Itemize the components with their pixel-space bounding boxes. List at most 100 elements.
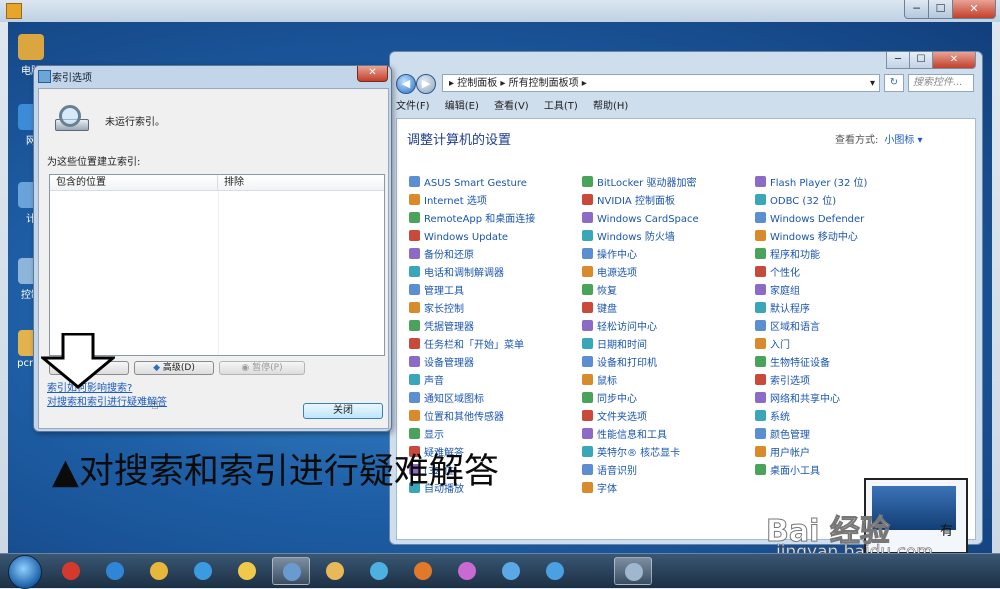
forward-icon[interactable]: ▶	[416, 74, 436, 94]
menu-edit[interactable]: 编辑(E)	[445, 99, 479, 115]
cp-item[interactable]: Windows 防火墙	[582, 229, 699, 247]
column-excluded[interactable]: 排除	[218, 175, 384, 191]
address-row: ◀ ▶ ▸ 控制面板 ▸ 所有控制面板项 ▸ ▾ ↻ 搜索控件...	[396, 74, 974, 94]
cp-item[interactable]: 网络和共享中心	[755, 391, 867, 409]
address-bar[interactable]: ▸ 控制面板 ▸ 所有控制面板项 ▸ ▾	[442, 74, 880, 92]
taskbar-pinwheel-icon[interactable]	[360, 557, 398, 585]
cp-item[interactable]: 默认程序	[755, 301, 867, 319]
cp-item[interactable]: Internet 选项	[409, 193, 535, 211]
minimize-button[interactable]: ─	[904, 0, 929, 19]
cp-item[interactable]: 入门	[755, 337, 867, 355]
cp-item[interactable]: 通知区域图标	[409, 391, 535, 409]
cp-item[interactable]: Windows Update	[409, 229, 535, 247]
pause-button[interactable]: ◉ 暂停(P)	[219, 361, 305, 375]
dialog-close-button[interactable]: ✕	[357, 66, 388, 82]
cp-item[interactable]: Flash Player (32 位)	[755, 175, 867, 193]
cp-item[interactable]: 凭据管理器	[409, 319, 535, 337]
cp-item[interactable]: 语音识别	[582, 463, 699, 481]
cp-item[interactable]: 性能信息和工具	[582, 427, 699, 445]
link-troubleshoot[interactable]: 对搜索和索引进行疑难解答	[47, 393, 167, 408]
taskbar-windows-icon[interactable]	[536, 557, 574, 585]
advanced-button[interactable]: ◆ 高级(D)	[134, 361, 214, 375]
cp-minimize-button[interactable]: ─	[886, 52, 910, 69]
breadcrumb: ▸ 控制面板 ▸ 所有控制面板项 ▸	[449, 78, 587, 89]
cp-close-button[interactable]: ✕	[932, 52, 976, 69]
taskbar-paint-icon[interactable]	[448, 557, 486, 585]
cp-item[interactable]: 个性化	[755, 265, 867, 283]
cp-item[interactable]: 家庭组	[755, 283, 867, 301]
locations-list[interactable]: 包含的位置 排除	[49, 174, 385, 356]
cp-item[interactable]: RemoteApp 和桌面连接	[409, 211, 535, 229]
cp-item[interactable]: 位置和其他传感器	[409, 409, 535, 427]
cp-item[interactable]: 程序和功能	[755, 247, 867, 265]
cp-item[interactable]: 区域和语言	[755, 319, 867, 337]
taskbar-explorer-icon[interactable]	[316, 557, 354, 585]
cp-item[interactable]: 任务栏和「开始」菜单	[409, 337, 535, 355]
cp-item-label: 键盘	[597, 304, 617, 315]
cp-item[interactable]: 文件夹选项	[582, 409, 699, 427]
cp-item-label: 用户帐户	[770, 448, 810, 459]
view-by-dropdown[interactable]: 小图标 ▾	[884, 135, 922, 146]
desktop-icon-image	[18, 34, 44, 60]
taskbar-stickynotes-icon[interactable]	[228, 557, 266, 585]
chevron-down-icon[interactable]: ▾	[870, 75, 875, 92]
cp-item[interactable]: 生物特征设备	[755, 355, 867, 373]
cp-item[interactable]: 字体	[582, 481, 699, 499]
cp-item[interactable]: 设备和打印机	[582, 355, 699, 373]
cp-item[interactable]: Windows CardSpace	[582, 211, 699, 229]
taskbar-media-icon[interactable]	[404, 557, 442, 585]
cp-item[interactable]: 电源选项	[582, 265, 699, 283]
refresh-icon[interactable]: ↻	[884, 74, 904, 92]
cp-item[interactable]: 恢复	[582, 283, 699, 301]
cp-item[interactable]: 管理工具	[409, 283, 535, 301]
cp-item[interactable]: ODBC (32 位)	[755, 193, 867, 211]
cp-item[interactable]: 设备管理器	[409, 355, 535, 373]
menu-view[interactable]: 查看(V)	[494, 99, 529, 115]
cp-item[interactable]: 鼠标	[582, 373, 699, 391]
cp-item[interactable]: NVIDIA 控制面板	[582, 193, 699, 211]
taskbar-ie-icon[interactable]	[96, 557, 134, 585]
cp-item-icon	[409, 392, 420, 403]
cp-item-label: RemoteApp 和桌面连接	[424, 214, 536, 225]
cp-item-icon	[582, 482, 593, 493]
cp-item[interactable]: 操作中心	[582, 247, 699, 265]
cp-item[interactable]: 家长控制	[409, 301, 535, 319]
taskbar-index-icon[interactable]	[614, 557, 652, 585]
taskbar-network-icon[interactable]	[492, 557, 530, 585]
cp-item-label: 字体	[597, 484, 617, 495]
taskbar-control-panel-icon[interactable]	[272, 557, 310, 585]
back-icon[interactable]: ◀	[396, 74, 416, 94]
column-included[interactable]: 包含的位置	[50, 175, 218, 191]
taskbar-wps-icon[interactable]	[52, 557, 90, 585]
cp-item[interactable]: 键盘	[582, 301, 699, 319]
cp-item[interactable]: 索引选项	[755, 373, 867, 391]
menu-file[interactable]: 文件(F)	[396, 99, 430, 115]
dialog-close-main-button[interactable]: 关闭	[303, 403, 383, 419]
cp-item[interactable]: 电话和调制解调器	[409, 265, 535, 283]
cp-item[interactable]: 声音	[409, 373, 535, 391]
start-button[interactable]	[8, 555, 42, 589]
menu-help[interactable]: 帮助(H)	[593, 99, 628, 115]
search-input[interactable]: 搜索控件...	[908, 74, 974, 92]
taskbar-app-icon[interactable]	[184, 557, 222, 585]
cp-item[interactable]: ASUS Smart Gesture	[409, 175, 535, 193]
cp-item[interactable]: 英特尔® 核芯显卡	[582, 445, 699, 463]
cp-item[interactable]: 备份和还原	[409, 247, 535, 265]
cp-item-icon	[582, 266, 593, 277]
cp-item-label: ASUS Smart Gesture	[424, 178, 527, 189]
menu-tools[interactable]: 工具(T)	[544, 99, 578, 115]
cp-maximize-button[interactable]: ☐	[909, 52, 933, 69]
cp-item[interactable]: Windows Defender	[755, 211, 867, 229]
cp-item[interactable]: 用户帐户	[755, 445, 867, 463]
cp-item[interactable]: 颜色管理	[755, 427, 867, 445]
close-button[interactable]: ✕	[952, 0, 996, 19]
cp-item[interactable]: Windows 移动中心	[755, 229, 867, 247]
maximize-button[interactable]: ☐	[928, 0, 953, 19]
cp-item-icon	[755, 392, 766, 403]
cp-item[interactable]: BitLocker 驱动器加密	[582, 175, 699, 193]
cp-item[interactable]: 轻松访问中心	[582, 319, 699, 337]
taskbar-chrome-icon[interactable]	[140, 557, 178, 585]
cp-item[interactable]: 日期和时间	[582, 337, 699, 355]
cp-item[interactable]: 系统	[755, 409, 867, 427]
cp-item[interactable]: 同步中心	[582, 391, 699, 409]
